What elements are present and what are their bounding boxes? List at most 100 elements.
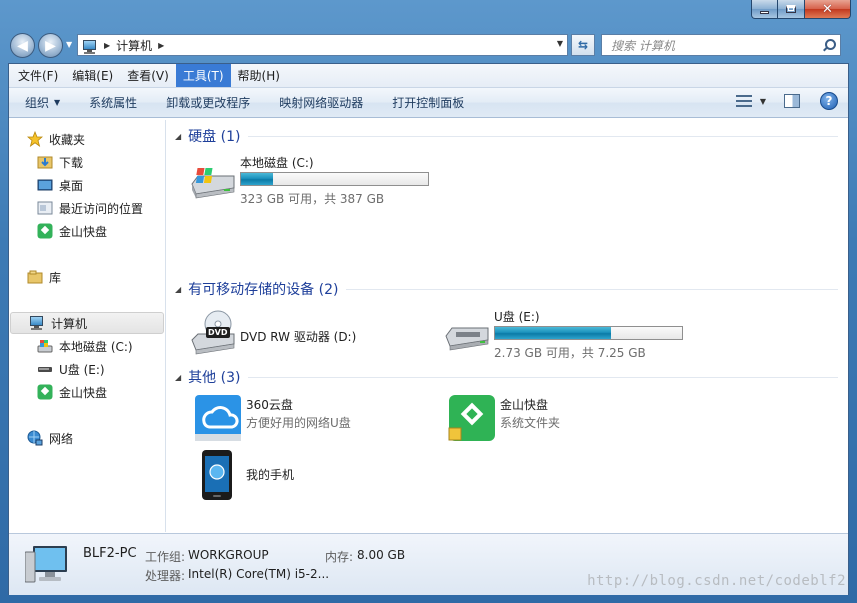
address-dropdown-icon[interactable]: ▼ (557, 39, 563, 48)
computer-icon (82, 39, 98, 54)
computer-icon (29, 315, 45, 331)
open-control-panel-button[interactable]: 打开控制面板 (374, 88, 475, 117)
kingsoft-drive-icon (448, 394, 498, 444)
drive-tile-dvd[interactable]: DVD DVD RW 驱动器 (D:) (188, 308, 438, 358)
computer-icon (24, 544, 71, 584)
item-name: 我的手机 (246, 468, 295, 482)
nav-computer[interactable]: 计算机 (10, 312, 164, 334)
recent-pages-dropdown[interactable]: ▼ (66, 40, 72, 49)
nav-desktop[interactable]: 桌面 (9, 174, 165, 196)
nav-label: 金山快盘 (59, 385, 108, 400)
nav-downloads[interactable]: 下载 (9, 151, 165, 173)
collapse-arrow-icon[interactable]: ◢ (175, 285, 181, 294)
refresh-icon: ⇆ (577, 38, 589, 52)
group-title: 硬盘 (1) (188, 129, 241, 145)
item-tile-kingsoft[interactable]: 金山快盘 系统文件夹 (448, 394, 698, 444)
back-button[interactable]: ◀ (10, 33, 35, 58)
menu-tools[interactable]: 工具(T) (175, 64, 231, 87)
breadcrumb-arrow-icon[interactable]: ▶ (104, 41, 110, 50)
nav-label: 本地磁盘 (C:) (59, 339, 133, 354)
change-view-icon[interactable] (735, 94, 752, 108)
drive-usage-bar (494, 326, 683, 340)
item-tile-360-cloud[interactable]: 360云盘 方便好用的网络U盘 (194, 394, 444, 444)
drive-free-space: 323 GB 可用，共 387 GB (240, 192, 385, 206)
caption-buttons: ✕ (751, 0, 851, 19)
maximize-button[interactable] (778, 0, 805, 19)
address-bar[interactable]: ▶ 计算机 ▶ ▼ (77, 34, 568, 56)
minimize-button[interactable] (751, 0, 778, 19)
watermark-text: http://blog.csdn.net/codeblf2 (587, 573, 846, 589)
nav-label: 库 (49, 270, 62, 285)
group-header-other[interactable]: ◢ 其他 (3) (166, 367, 838, 387)
address-row: ◀ ▶ ▼ ▶ 计算机 ▶ ▼ ⇆ 搜索 计算机 (0, 28, 857, 62)
drive-usage-fill (241, 173, 273, 185)
nav-usb-drive-e[interactable]: U盘 (E:) (9, 358, 165, 380)
collapse-arrow-icon[interactable]: ◢ (175, 132, 181, 141)
drive-tile-e[interactable]: U盘 (E:) 2.73 GB 可用，共 7.25 GB (442, 308, 692, 360)
forward-arrow-icon: ▶ (45, 37, 56, 54)
group-divider (346, 288, 838, 290)
group-title: 有可移动存储的设备 (2) (188, 282, 339, 298)
item-name: 360云盘 (246, 398, 293, 412)
nav-label: 下载 (59, 155, 84, 170)
group-header-removable[interactable]: ◢ 有可移动存储的设备 (2) (166, 279, 838, 299)
usb-drive-icon (442, 308, 492, 358)
nav-favorites[interactable]: 收藏夹 (9, 128, 165, 150)
maximize-icon (786, 5, 796, 13)
cpu-value: Intel(R) Core(TM) i5-2... (188, 567, 330, 581)
group-header-hard-disks[interactable]: ◢ 硬盘 (1) (166, 126, 838, 146)
item-tile-my-phone[interactable]: 我的手机 (194, 450, 444, 500)
kingsoft-drive-icon (37, 384, 53, 400)
menu-file[interactable]: 文件(F) (11, 64, 65, 87)
dvd-badge: DVD (208, 328, 228, 337)
local-disk-icon (188, 154, 238, 204)
nav-label: 收藏夹 (49, 132, 86, 147)
breadcrumb-arrow-icon[interactable]: ▶ (158, 41, 164, 50)
nav-local-disk-c[interactable]: 本地磁盘 (C:) (9, 335, 165, 357)
item-subtitle: 方便好用的网络U盘 (246, 416, 351, 430)
nav-kingsoft-drive-2[interactable]: 金山快盘 (9, 381, 165, 403)
group-title: 其他 (3) (188, 370, 241, 386)
drive-usage-fill (495, 327, 611, 339)
search-input[interactable]: 搜索 计算机 (611, 37, 822, 54)
map-network-drive-button[interactable]: 映射网络驱动器 (261, 88, 374, 117)
organize-button[interactable]: 组织 ▼ (9, 88, 71, 117)
memory-value: 8.00 GB (357, 548, 406, 562)
menu-help[interactable]: 帮助(H) (231, 64, 287, 87)
system-properties-button[interactable]: 系统属性 (71, 88, 148, 117)
group-divider (248, 376, 838, 378)
refresh-button[interactable]: ⇆ (571, 34, 595, 56)
drive-tile-c[interactable]: 本地磁盘 (C:) 323 GB 可用，共 387 GB (188, 154, 438, 206)
nav-label: 最近访问的位置 (59, 201, 144, 216)
menu-view[interactable]: 查看(V) (120, 64, 176, 87)
search-box[interactable]: 搜索 计算机 (601, 34, 841, 56)
preview-pane-icon[interactable] (784, 94, 800, 108)
search-icon[interactable] (822, 38, 836, 52)
kingsoft-drive-icon (37, 223, 53, 239)
close-button[interactable]: ✕ (805, 0, 851, 19)
uninstall-program-button[interactable]: 卸载或更改程序 (148, 88, 261, 117)
item-subtitle: 系统文件夹 (500, 416, 561, 430)
downloads-folder-icon (37, 154, 53, 170)
explorer-client: 文件(F) 编辑(E) 查看(V) 工具(T) 帮助(H) 组织 ▼ 系统属性 卸… (8, 63, 849, 595)
cpu-label: 处理器: (145, 569, 186, 583)
workgroup-value: WORKGROUP (188, 548, 269, 562)
view-options-chevron-icon[interactable]: ▼ (760, 97, 766, 106)
nav-recent-places[interactable]: 最近访问的位置 (9, 197, 165, 219)
recent-places-icon (37, 200, 53, 216)
minimize-icon (760, 10, 769, 14)
nav-network[interactable]: 网络 (9, 427, 165, 449)
organize-label: 组织 (25, 96, 50, 110)
nav-libraries[interactable]: 库 (9, 266, 165, 288)
help-icon[interactable]: ? (820, 92, 838, 110)
collapse-arrow-icon[interactable]: ◢ (175, 373, 181, 382)
menu-bar: 文件(F) 编辑(E) 查看(V) 工具(T) 帮助(H) (9, 64, 848, 88)
command-bar: 组织 ▼ 系统属性 卸载或更改程序 映射网络驱动器 打开控制面板 ▼ ? (9, 88, 848, 118)
drive-name: 本地磁盘 (C:) (240, 156, 314, 170)
nav-kingsoft-drive[interactable]: 金山快盘 (9, 220, 165, 242)
toolbar-right: ▼ ? (735, 92, 838, 110)
forward-button[interactable]: ▶ (38, 33, 63, 58)
workgroup-label: 工作组: (145, 550, 186, 564)
menu-edit[interactable]: 编辑(E) (65, 64, 120, 87)
breadcrumb-computer[interactable]: 计算机 (116, 37, 152, 54)
